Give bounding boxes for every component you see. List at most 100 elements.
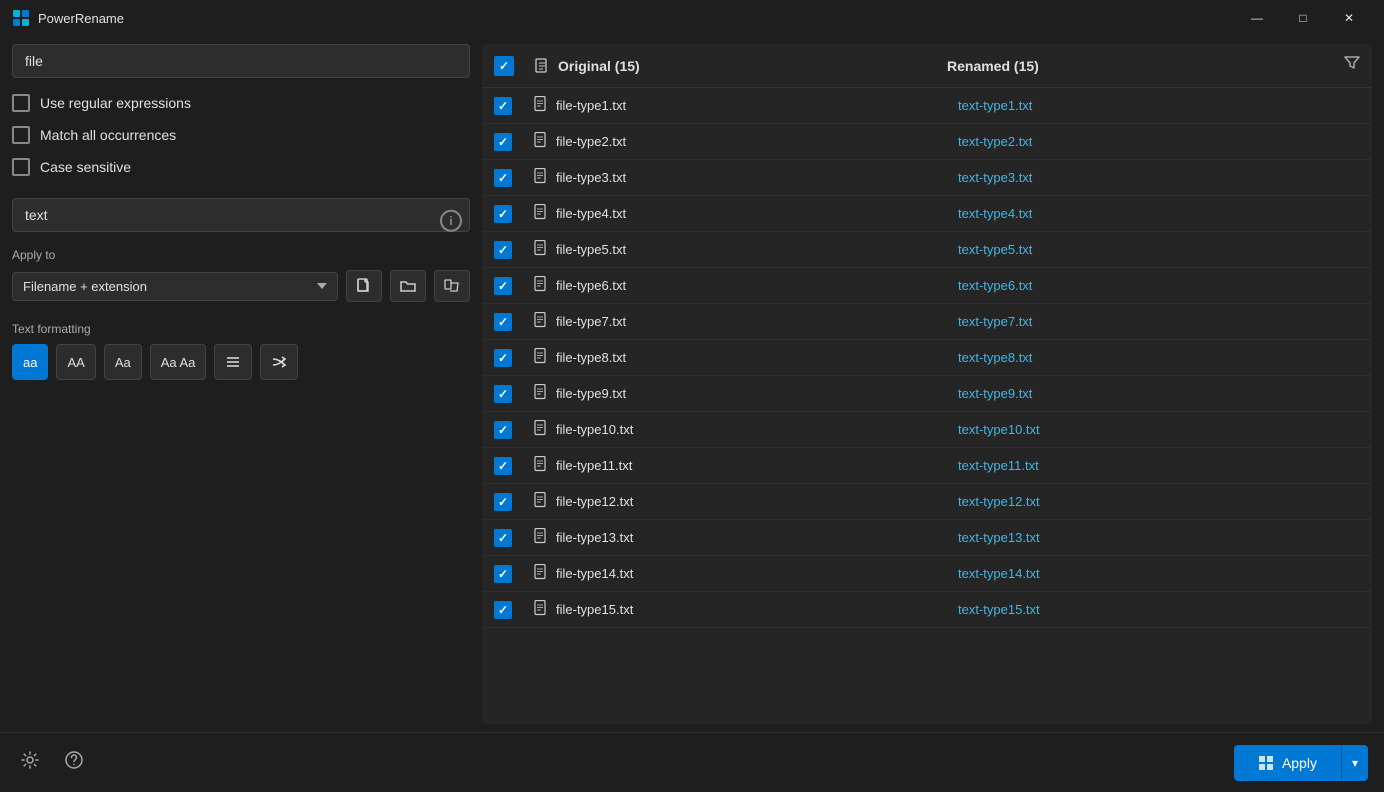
text-formatting-row: aa AA Aa Aa Aa <box>12 344 470 380</box>
replace-input[interactable] <box>12 198 470 232</box>
row-checkbox[interactable]: ✓ <box>494 601 512 619</box>
file-type-icon <box>534 276 548 295</box>
help-button[interactable] <box>60 746 88 779</box>
minimize-button[interactable]: — <box>1234 2 1280 34</box>
titlebar-left: PowerRename <box>12 9 124 27</box>
row-checkbox[interactable]: ✓ <box>494 493 512 511</box>
replace-input-wrapper: i <box>12 198 470 248</box>
uppercase-button[interactable]: AA <box>56 344 95 380</box>
apply-label: Apply <box>1282 755 1317 771</box>
bottom-bar: Apply ▾ <box>0 732 1384 792</box>
row-checkbox[interactable]: ✓ <box>494 349 512 367</box>
file-doc-icon <box>534 168 548 184</box>
file-type-icon <box>534 168 548 187</box>
match-all-checkbox[interactable] <box>12 126 30 144</box>
original-filename: file-type7.txt <box>556 314 958 329</box>
row-checkbox[interactable]: ✓ <box>494 457 512 475</box>
row-checkbox[interactable]: ✓ <box>494 133 512 151</box>
file-doc-icon <box>534 600 548 616</box>
renamed-filename: text-type5.txt <box>958 242 1360 257</box>
select-all-checkbox[interactable]: ✓ <box>494 56 514 76</box>
row-checkmark: ✓ <box>498 603 508 617</box>
row-checkbox[interactable]: ✓ <box>494 241 512 259</box>
row-checkbox[interactable]: ✓ <box>494 313 512 331</box>
original-filename: file-type6.txt <box>556 278 958 293</box>
row-checkbox[interactable]: ✓ <box>494 421 512 439</box>
info-button[interactable]: i <box>440 210 462 232</box>
row-checkbox[interactable]: ✓ <box>494 529 512 547</box>
titlecase-button[interactable]: Aa <box>104 344 142 380</box>
use-regex-row[interactable]: Use regular expressions <box>12 94 470 112</box>
file-list: ✓ file-type1.txt text-type1.txt ✓ <box>482 88 1372 724</box>
row-check-area: ✓ <box>494 277 534 295</box>
apply-button[interactable]: Apply <box>1234 745 1341 781</box>
original-filename: file-type13.txt <box>556 530 958 545</box>
row-checkbox[interactable]: ✓ <box>494 205 512 223</box>
row-checkbox[interactable]: ✓ <box>494 385 512 403</box>
case-sensitive-checkbox[interactable] <box>12 158 30 176</box>
table-row: ✓ file-type4.txt text-type4.txt <box>482 196 1372 232</box>
file-doc-icon <box>534 456 548 472</box>
file-type-icon <box>534 240 548 259</box>
original-filename: file-type5.txt <box>556 242 958 257</box>
row-check-area: ✓ <box>494 349 534 367</box>
original-filename: file-type14.txt <box>556 566 958 581</box>
use-regex-checkbox[interactable] <box>12 94 30 112</box>
row-checkmark: ✓ <box>498 279 508 293</box>
lowercase-button[interactable]: aa <box>12 344 48 380</box>
enum-button[interactable] <box>214 344 252 380</box>
table-row: ✓ file-type9.txt text-type9.txt <box>482 376 1372 412</box>
file-type-icon <box>534 96 548 115</box>
file-folder-icon-button[interactable] <box>434 270 470 302</box>
apply-to-row: Filename + extension Filename only Exten… <box>12 270 470 302</box>
folder-icon-button[interactable] <box>390 270 426 302</box>
file-type-icon <box>534 132 548 151</box>
renamed-filename: text-type14.txt <box>958 566 1360 581</box>
close-button[interactable]: ✕ <box>1326 2 1372 34</box>
file-type-icon <box>534 600 548 619</box>
app-title: PowerRename <box>38 11 124 26</box>
row-check-area: ✓ <box>494 241 534 259</box>
help-icon <box>64 750 84 770</box>
file-doc-icon <box>534 384 548 400</box>
case-sensitive-row[interactable]: Case sensitive <box>12 158 470 176</box>
original-filename: file-type12.txt <box>556 494 958 509</box>
renamed-filename: text-type9.txt <box>958 386 1360 401</box>
renamed-filename: text-type8.txt <box>958 350 1360 365</box>
filter-icon[interactable] <box>1344 55 1360 76</box>
match-all-row[interactable]: Match all occurrences <box>12 126 470 144</box>
settings-button[interactable] <box>16 746 44 779</box>
titlecase2-button[interactable]: Aa Aa <box>150 344 207 380</box>
row-checkmark: ✓ <box>498 171 508 185</box>
titlebar-controls: — □ ✕ <box>1234 2 1372 34</box>
file-doc-icon <box>534 528 548 544</box>
table-row: ✓ file-type11.txt text-type11.txt <box>482 448 1372 484</box>
file-icon-button[interactable] <box>346 270 382 302</box>
case-sensitive-label: Case sensitive <box>40 159 131 175</box>
file-type-icon <box>534 348 548 367</box>
row-checkbox[interactable]: ✓ <box>494 169 512 187</box>
row-checkbox[interactable]: ✓ <box>494 565 512 583</box>
settings-icon <box>20 750 40 770</box>
row-checkmark: ✓ <box>498 315 508 329</box>
shuffle-button[interactable] <box>260 344 298 380</box>
folder-icon <box>400 278 416 294</box>
table-row: ✓ file-type1.txt text-type1.txt <box>482 88 1372 124</box>
file-list-header: ✓ Original (15) Renamed (15) <box>482 44 1372 88</box>
file-doc-icon <box>534 564 548 580</box>
table-row: ✓ file-type14.txt text-type14.txt <box>482 556 1372 592</box>
left-panel: Use regular expressions Match all occurr… <box>12 44 470 724</box>
row-checkmark: ✓ <box>498 135 508 149</box>
row-checkbox[interactable]: ✓ <box>494 97 512 115</box>
file-type-icon <box>534 564 548 583</box>
search-input[interactable] <box>12 44 470 78</box>
renamed-label: Renamed (15) <box>947 58 1039 74</box>
apply-to-select[interactable]: Filename + extension Filename only Exten… <box>12 272 338 301</box>
renamed-filename: text-type11.txt <box>958 458 1360 473</box>
maximize-button[interactable]: □ <box>1280 2 1326 34</box>
apply-dropdown-button[interactable]: ▾ <box>1341 745 1368 781</box>
file-doc-icon <box>534 492 548 508</box>
row-checkbox[interactable]: ✓ <box>494 277 512 295</box>
file-type-icon <box>534 528 548 547</box>
renamed-filename: text-type13.txt <box>958 530 1360 545</box>
